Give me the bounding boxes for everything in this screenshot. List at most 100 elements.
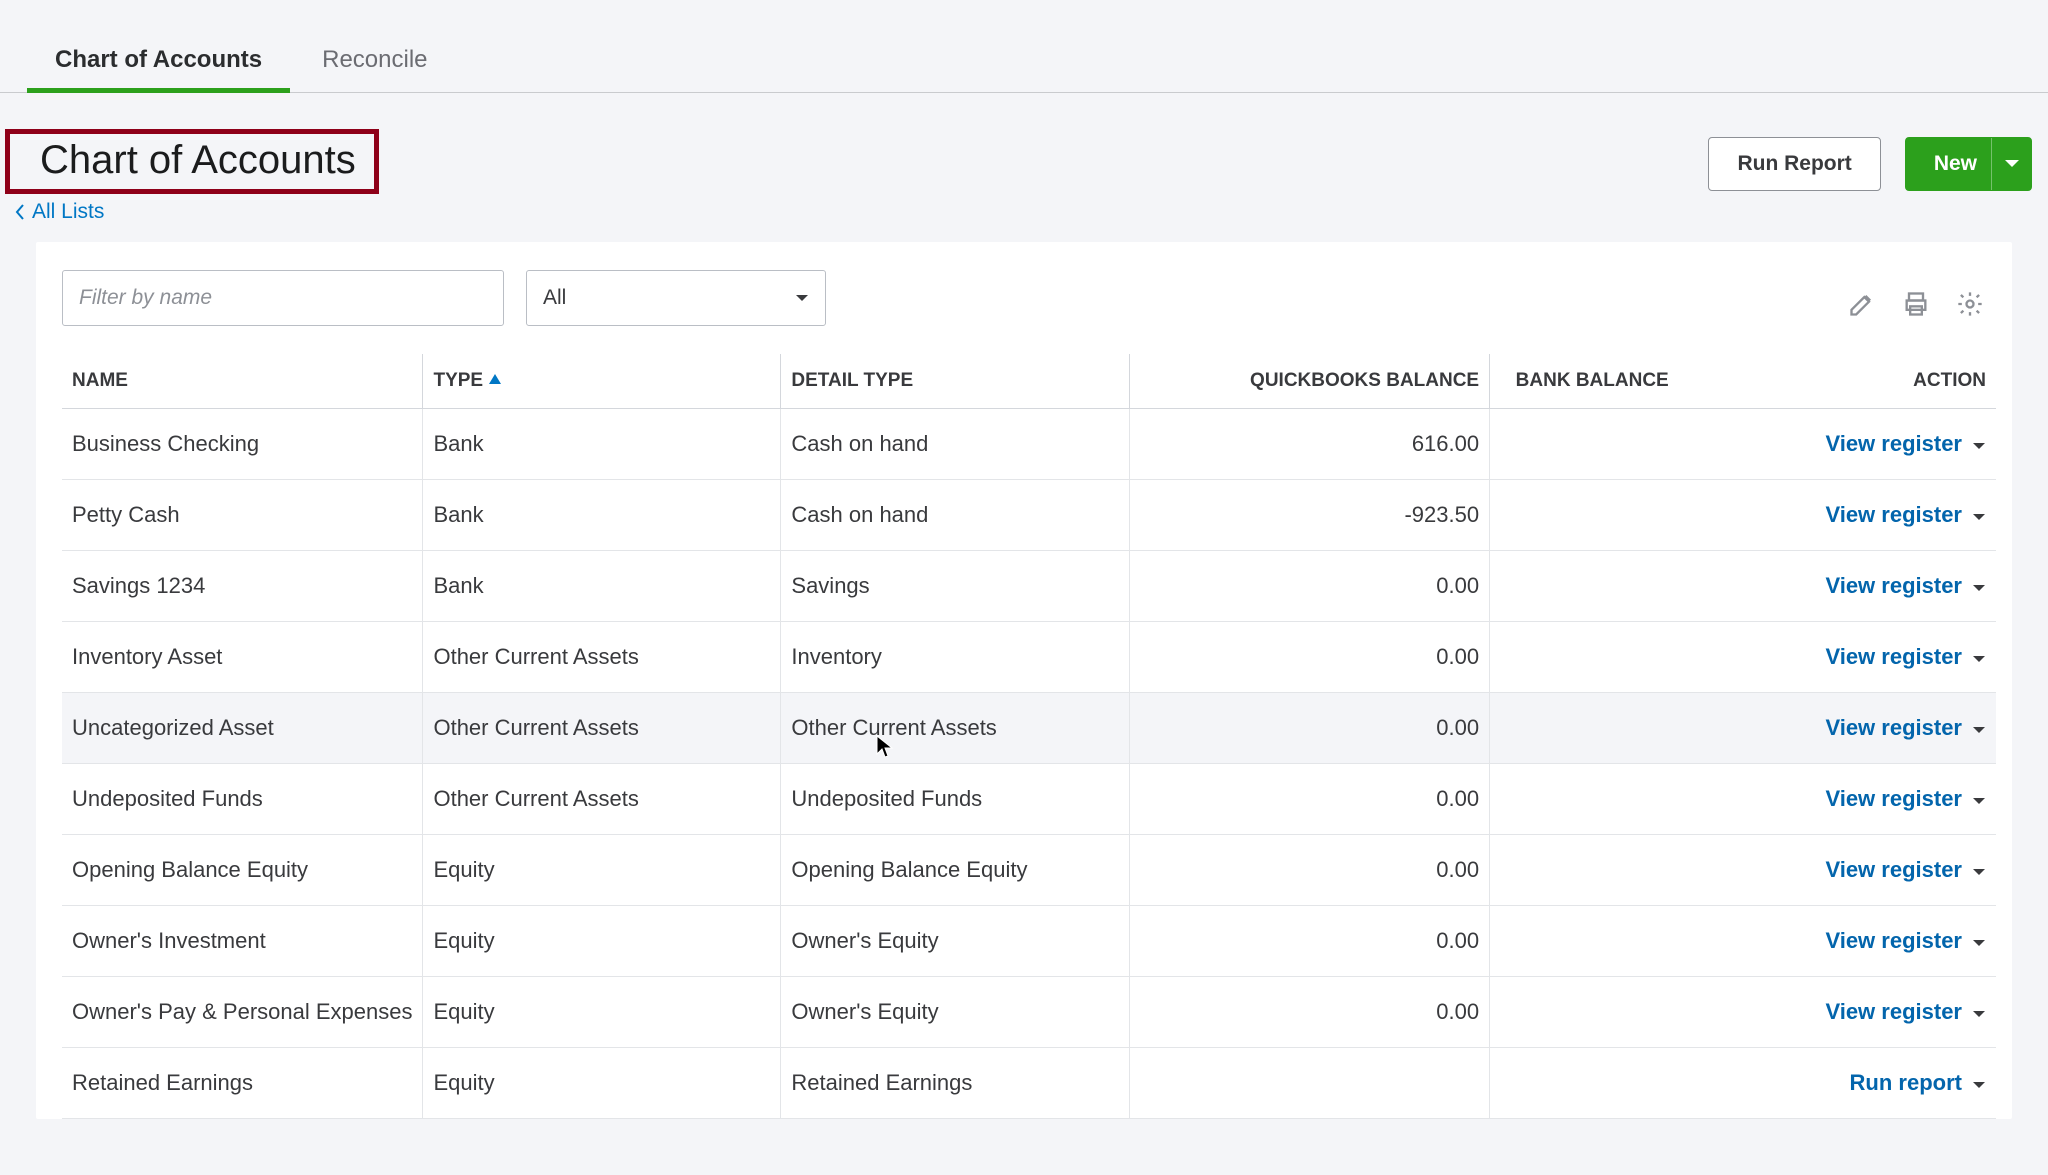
cell-action: View register xyxy=(1679,409,1996,480)
chevron-down-icon[interactable] xyxy=(1972,502,1986,528)
cell-quickbooks-balance: 0.00 xyxy=(1130,693,1490,764)
row-action-link[interactable]: Run report xyxy=(1850,1070,1986,1096)
row-action-label: View register xyxy=(1825,999,1962,1025)
gear-icon[interactable] xyxy=(1956,290,1984,323)
table-row[interactable]: Retained EarningsEquityRetained Earnings… xyxy=(62,1048,1996,1119)
table-row[interactable]: Petty CashBankCash on hand-923.50View re… xyxy=(62,480,1996,551)
new-button-label: New xyxy=(1934,152,1977,176)
chevron-down-icon[interactable] xyxy=(1972,431,1986,457)
cell-bank-balance xyxy=(1490,551,1679,622)
cell-quickbooks-balance: 0.00 xyxy=(1130,764,1490,835)
chevron-down-icon[interactable] xyxy=(1972,999,1986,1025)
cell-bank-balance xyxy=(1490,1048,1679,1119)
chevron-down-icon[interactable] xyxy=(1972,573,1986,599)
page-title: Chart of Accounts xyxy=(40,138,356,183)
run-report-button[interactable]: Run Report xyxy=(1708,137,1880,191)
table-row[interactable]: Business CheckingBankCash on hand616.00V… xyxy=(62,409,1996,480)
table-row[interactable]: Uncategorized AssetOther Current AssetsO… xyxy=(62,693,1996,764)
page-title-highlight-box: Chart of Accounts xyxy=(5,129,379,194)
header-buttons: Run Report New xyxy=(1708,129,2038,191)
table-row[interactable]: Owner's Pay & Personal ExpensesEquityOwn… xyxy=(62,977,1996,1048)
chevron-down-icon xyxy=(2004,159,2020,169)
row-action-link[interactable]: View register xyxy=(1825,928,1986,954)
filter-by-name-input[interactable] xyxy=(62,270,504,326)
cell-detail-type: Cash on hand xyxy=(781,480,1130,551)
cell-action: View register xyxy=(1679,977,1996,1048)
row-action-link[interactable]: View register xyxy=(1825,715,1986,741)
cell-quickbooks-balance: 616.00 xyxy=(1130,409,1490,480)
row-action-label: View register xyxy=(1825,502,1962,528)
col-header-bank-balance[interactable]: BANK BALANCE xyxy=(1490,354,1679,409)
cell-bank-balance xyxy=(1490,480,1679,551)
cell-bank-balance xyxy=(1490,622,1679,693)
sort-asc-icon xyxy=(488,374,502,386)
cell-quickbooks-balance: 0.00 xyxy=(1130,622,1490,693)
cell-name: Owner's Investment xyxy=(62,906,423,977)
row-action-link[interactable]: View register xyxy=(1825,857,1986,883)
chevron-down-icon[interactable] xyxy=(1972,644,1986,670)
row-action-link[interactable]: View register xyxy=(1825,431,1986,457)
toolbar: All xyxy=(62,270,1996,354)
cell-type: Bank xyxy=(423,551,781,622)
cell-quickbooks-balance: -923.50 xyxy=(1130,480,1490,551)
cell-action: View register xyxy=(1679,622,1996,693)
tab-chart-of-accounts[interactable]: Chart of Accounts xyxy=(55,28,262,92)
row-action-label: View register xyxy=(1825,715,1962,741)
new-button[interactable]: New xyxy=(1905,137,2032,191)
col-header-type-label: TYPE xyxy=(433,370,483,391)
back-link-label: All Lists xyxy=(32,200,104,224)
new-button-dropdown[interactable] xyxy=(1991,138,2031,190)
chevron-down-icon[interactable] xyxy=(1972,928,1986,954)
cell-name: Owner's Pay & Personal Expenses xyxy=(62,977,423,1048)
cell-detail-type: Undeposited Funds xyxy=(781,764,1130,835)
chevron-down-icon[interactable] xyxy=(1972,857,1986,883)
col-header-name[interactable]: NAME xyxy=(62,354,423,409)
cell-quickbooks-balance xyxy=(1130,1048,1490,1119)
table-row[interactable]: Inventory AssetOther Current AssetsInven… xyxy=(62,622,1996,693)
cell-name: Opening Balance Equity xyxy=(62,835,423,906)
tab-reconcile[interactable]: Reconcile xyxy=(322,28,427,92)
row-action-link[interactable]: View register xyxy=(1825,999,1986,1025)
table-row[interactable]: Undeposited FundsOther Current AssetsUnd… xyxy=(62,764,1996,835)
col-header-quickbooks-balance[interactable]: QUICKBOOKS BALANCE xyxy=(1130,354,1490,409)
cell-type: Equity xyxy=(423,906,781,977)
col-header-type[interactable]: TYPE xyxy=(423,354,781,409)
cell-name: Inventory Asset xyxy=(62,622,423,693)
chevron-down-icon[interactable] xyxy=(1972,715,1986,741)
row-action-link[interactable]: View register xyxy=(1825,786,1986,812)
type-filter-select[interactable]: All xyxy=(526,270,826,326)
table-row[interactable]: Opening Balance EquityEquityOpening Bala… xyxy=(62,835,1996,906)
cell-bank-balance xyxy=(1490,977,1679,1048)
cell-detail-type: Owner's Equity xyxy=(781,906,1130,977)
cell-type: Bank xyxy=(423,480,781,551)
cell-quickbooks-balance: 0.00 xyxy=(1130,835,1490,906)
cell-detail-type: Savings xyxy=(781,551,1130,622)
cell-detail-type: Owner's Equity xyxy=(781,977,1130,1048)
back-all-lists-link[interactable]: All Lists xyxy=(14,200,104,224)
cell-quickbooks-balance: 0.00 xyxy=(1130,551,1490,622)
cell-action: View register xyxy=(1679,551,1996,622)
row-action-label: View register xyxy=(1825,928,1962,954)
row-action-link[interactable]: View register xyxy=(1825,502,1986,528)
table-row[interactable]: Owner's InvestmentEquityOwner's Equity0.… xyxy=(62,906,1996,977)
cell-detail-type: Retained Earnings xyxy=(781,1048,1130,1119)
cell-detail-type: Inventory xyxy=(781,622,1130,693)
chevron-down-icon[interactable] xyxy=(1972,786,1986,812)
cell-action: View register xyxy=(1679,764,1996,835)
cell-bank-balance xyxy=(1490,693,1679,764)
row-action-label: View register xyxy=(1825,857,1962,883)
print-icon[interactable] xyxy=(1902,290,1930,323)
cell-name: Business Checking xyxy=(62,409,423,480)
cell-action: View register xyxy=(1679,693,1996,764)
cell-name: Undeposited Funds xyxy=(62,764,423,835)
row-action-link[interactable]: View register xyxy=(1825,644,1986,670)
chevron-down-icon[interactable] xyxy=(1972,1070,1986,1096)
row-action-link[interactable]: View register xyxy=(1825,573,1986,599)
edit-icon[interactable] xyxy=(1848,290,1876,323)
table-row[interactable]: Savings 1234BankSavings0.00View register xyxy=(62,551,1996,622)
row-action-label: View register xyxy=(1825,644,1962,670)
col-header-detail-type[interactable]: DETAIL TYPE xyxy=(781,354,1130,409)
tab-bar: Chart of Accounts Reconcile xyxy=(0,0,2048,93)
toolbar-utility-icons xyxy=(1848,274,1996,323)
cell-detail-type: Opening Balance Equity xyxy=(781,835,1130,906)
